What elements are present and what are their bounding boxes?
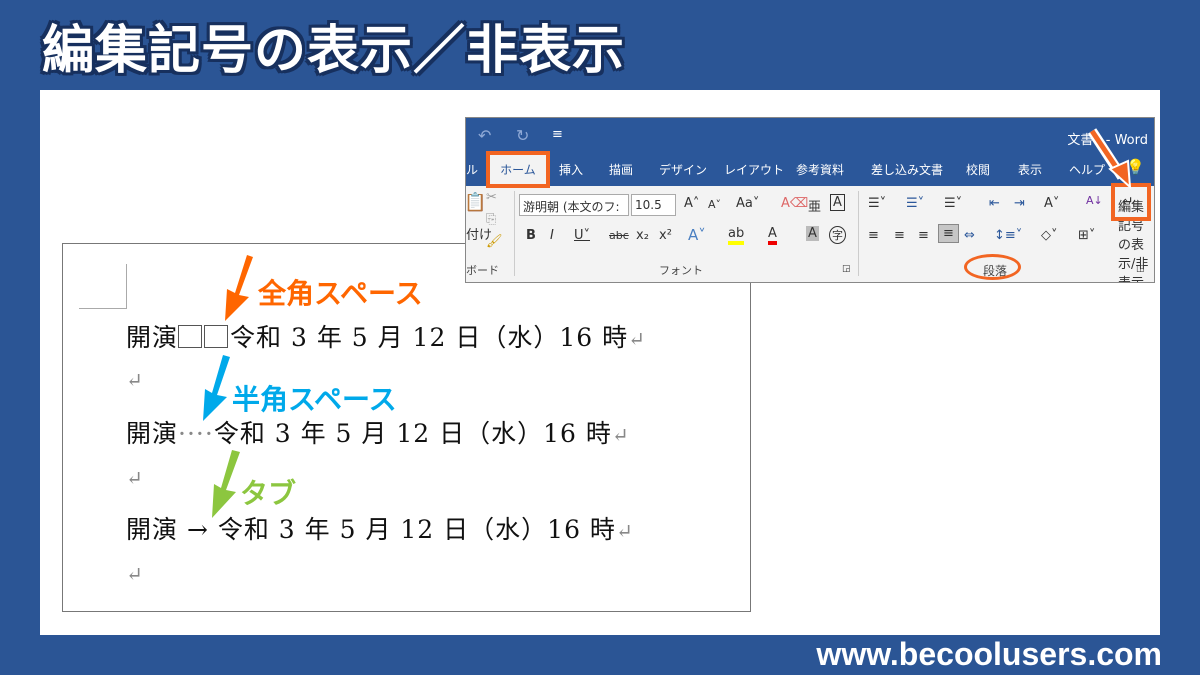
grow-font-icon[interactable]: A˄ [684,196,699,211]
arrow-tab-icon [212,450,240,518]
sort-icon[interactable]: A↓ [1086,194,1103,207]
label-tab: タブ [240,477,297,510]
shrink-font-icon[interactable]: A˅ [708,198,721,211]
group-clipboard-label: ボード [466,264,499,277]
arrow-halfwidth-icon [203,355,230,421]
empty-paragraph-mark: ↵ [126,466,144,490]
paragraph-group-highlight [964,254,1021,280]
tab-design[interactable]: デザイン [659,161,707,178]
superscript-icon[interactable]: x² [659,228,672,243]
font-size-select[interactable]: 10.5 [631,194,676,216]
paragraph-mark: ↵ [628,327,646,351]
highlight-icon[interactable]: ab [728,226,745,245]
ribbon-body: 📋 付け ✂ ⎘ 🖌 ボード 游明朝 (本文のフ: 10.5 A˄ A˅ Aa˅… [466,186,1154,282]
arrow-show-marks-icon [1087,128,1132,190]
strikethrough-icon[interactable]: abc [609,229,629,242]
group-font-label: フォント [659,264,703,277]
paragraph-dialog-launcher-icon[interactable]: ◲ [1136,264,1145,274]
title-bar: ↶ ↻ ≡ 文書1 - Word [466,118,1154,153]
font-dialog-launcher-icon[interactable]: ◲ [842,264,851,274]
align-center-icon[interactable]: ≡ [894,228,905,243]
subscript-icon[interactable]: x₂ [636,228,649,243]
paragraph-mark: ↵ [615,519,634,543]
cut-icon[interactable]: ✂ [486,190,497,205]
tab-mailings[interactable]: 差し込み文書 [871,161,943,178]
increase-indent-icon[interactable]: ⇥ [1014,196,1025,211]
enclose-characters-icon[interactable]: 字 [829,226,846,244]
document-line-fullwidth: 開演 令和 3 年 5 月 12 日（水）16 時↵ [126,323,646,352]
label-halfwidth-space: 半角スペース [232,383,397,416]
multilevel-list-icon[interactable]: ☰˅ [944,196,962,211]
align-right-icon[interactable]: ≡ [918,228,929,243]
tab-layout[interactable]: レイアウト [724,161,784,178]
align-left-icon[interactable]: ≡ [868,228,879,243]
italic-icon[interactable]: I [550,228,554,243]
margin-corner-mark [79,264,127,309]
borders-icon[interactable]: ⊞˅ [1078,228,1095,243]
tab-references[interactable]: 参考資料 [796,161,844,178]
tab-home[interactable]: ホーム [486,151,550,188]
tab-draw[interactable]: 描画 [609,161,633,178]
change-case-icon[interactable]: Aa˅ [736,196,759,211]
format-painter-icon[interactable]: 🖌 [486,234,503,249]
underline-icon[interactable]: U˅ [574,228,590,243]
document-line-tab: 開演 → 令和 3 年 5 月 12 日（水）16 時↵ [126,515,634,544]
bold-icon[interactable]: B [526,228,536,243]
empty-paragraph-mark: ↵ [126,562,144,586]
justify-icon[interactable]: ≡ [938,224,959,243]
tab-review[interactable]: 校閲 [966,161,990,178]
label-fullwidth-space: 全角スペース [258,277,423,310]
line-spacing-icon[interactable]: ↕≡˅ [994,228,1022,243]
shading-icon[interactable]: ◇˅ [1041,228,1058,243]
tab-file[interactable]: ル [466,161,478,178]
character-border-icon[interactable]: A [830,194,845,211]
numbering-icon[interactable]: ☰˅ [906,196,924,211]
fullwidth-space-mark [178,325,203,348]
phonetic-guide-icon[interactable]: 亜 [808,196,821,215]
decrease-indent-icon[interactable]: ⇤ [989,196,1000,211]
tab-insert[interactable]: 挿入 [559,161,583,178]
ribbon-tabs: ル ホーム 挿入 描画 デザイン レイアウト 参考資料 差し込み文書 校閲 表示… [466,151,1154,188]
paste-icon[interactable]: 📋 [466,192,486,213]
bullets-icon[interactable]: ☰˅ [868,196,886,211]
distributed-icon[interactable]: ⇔ [964,228,975,243]
fullwidth-space-mark [204,325,229,348]
paragraph-mark: ↵ [611,423,630,447]
font-name-select[interactable]: 游明朝 (本文のフ: [519,194,629,216]
customize-qat-icon[interactable]: ≡ [552,127,563,142]
redo-icon[interactable]: ↻ [516,126,529,145]
text-effects-icon[interactable]: A˅ [688,226,706,244]
empty-paragraph-mark: ↵ [126,368,144,392]
copy-icon[interactable]: ⎘ [486,212,496,227]
page-title: 編集記号の表示／非表示 [42,21,626,81]
tab-view[interactable]: 表示 [1018,161,1042,178]
undo-icon[interactable]: ↶ [478,126,491,145]
word-ribbon: ↶ ↻ ≡ 文書1 - Word ル ホーム 挿入 描画 デザイン レイアウト … [465,117,1155,283]
character-shading-icon[interactable]: A [806,226,819,241]
font-color-icon[interactable]: A [768,226,777,245]
site-url: www.becoolusers.com [816,636,1162,672]
asian-layout-icon[interactable]: A˅ [1044,196,1059,211]
clear-formatting-icon[interactable]: A⌫ [781,196,808,211]
